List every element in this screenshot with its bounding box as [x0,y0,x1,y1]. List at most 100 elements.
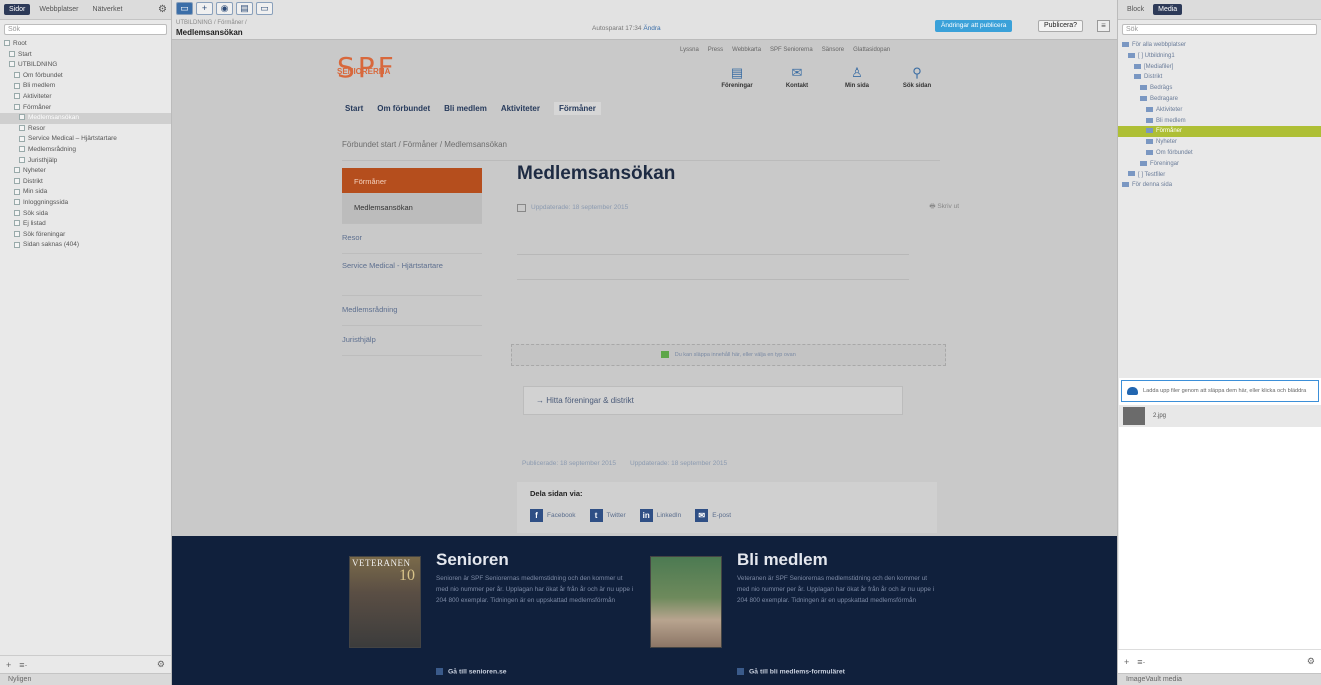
tree-item[interactable]: Sidan saknas (404) [0,240,171,251]
share-link[interactable]: in LinkedIn [639,509,681,522]
site-footer: VETERANEN 10 Senioren Senioren är SPF Se… [172,536,1117,685]
utility-link[interactable]: Sänsore [822,47,844,53]
tab-natverket[interactable]: Nätverket [88,4,128,15]
folder-item[interactable]: [ ] Testfiler [1118,170,1321,181]
utility-link[interactable]: Webbkarta [732,47,761,53]
content-area-dropzone[interactable]: Du kan släppa innehåll här, eller välja … [511,344,946,366]
side-menu-item[interactable]: Service Medical - Hjärtstartare [342,254,482,296]
utility-link[interactable]: Press [708,47,723,53]
utility-link[interactable]: Glattasidopan [853,47,890,53]
divider [517,279,909,280]
page-tree-search-input[interactable]: Sök [4,24,167,35]
empty-content-area[interactable] [517,254,959,280]
tree-item[interactable]: Root [0,39,171,50]
compare-button[interactable]: ▭ [256,2,273,15]
tree-item[interactable]: Sök föreningar [0,230,171,241]
dropzone-text: Du kan släppa innehåll här, eller välja … [674,352,796,358]
breadcrumb[interactable]: UTBILDNING / Förmåner / [176,20,247,26]
folder-item[interactable]: Aktiviteter [1118,105,1321,116]
nav-item[interactable]: Aktiviteter [501,104,540,115]
undo-link[interactable]: Ändra [643,25,660,32]
folder-item[interactable]: Föreningar [1118,159,1321,170]
tree-item[interactable]: Bli medlem [0,81,171,92]
imagevault-media-tab[interactable]: ImageVault media [1118,673,1321,685]
side-menu-item[interactable]: Juristhjälp [342,326,482,356]
tree-item[interactable]: Resor [0,124,171,135]
footer-link[interactable]: Gå till bli medlems-formuläret [737,668,845,675]
tab-block[interactable]: Block [1122,4,1149,15]
upload-dropzone[interactable]: Ladda upp filer genom att släppa dem här… [1121,380,1319,402]
folder-item[interactable]: Bedragare [1118,94,1321,105]
folder-item[interactable]: Nyheter [1118,137,1321,148]
add-page-button[interactable]: + [196,2,213,15]
utility-link[interactable]: SPF Seniorerna [770,47,813,53]
gear-icon[interactable]: ⚙ [157,659,165,670]
associations-icon: ▤ [730,65,744,80]
publish-button[interactable]: Publicera? [1038,20,1084,32]
menu-icon[interactable]: ≡· [1137,657,1145,667]
add-icon[interactable]: + [6,660,11,670]
folder-item[interactable]: Bedrägs [1118,83,1321,94]
all-properties-button[interactable]: ▤ [236,2,253,15]
share-link[interactable]: t Twitter [589,509,626,522]
print-link[interactable]: 🖶 Skriv ut [929,202,959,213]
tree-item[interactable]: Start [0,50,171,61]
side-menu-item[interactable]: Medlemsansökan [342,194,482,224]
quick-link[interactable]: ▤ Föreningar [718,65,756,89]
gear-icon[interactable]: ⚙ [1307,656,1315,667]
tab-webbplatser[interactable]: Webbplatser [34,4,83,15]
folder-item[interactable]: Distrikt [1118,72,1321,83]
changes-to-publish-badge[interactable]: Ändringar att publicera [935,20,1013,32]
site-breadcrumb[interactable]: Förbundet start / Förmåner / Medlemsansö… [342,140,507,149]
tree-item[interactable]: Om förbundet [0,71,171,82]
gear-icon[interactable]: ⚙ [158,4,167,15]
tab-media[interactable]: Media [1153,4,1183,15]
folder-item[interactable]: Förmåner [1118,126,1321,138]
recent-panel-tab[interactable]: Nyligen [0,673,171,685]
share-link[interactable]: ✉ E-post [695,509,731,522]
tree-item[interactable]: Sök sida [0,209,171,220]
nav-item[interactable]: Bli medlem [444,104,487,115]
preview-button[interactable]: ◉ [216,2,233,15]
nav-item[interactable]: Förmåner [553,102,601,115]
media-search-input[interactable]: Sök [1122,24,1317,35]
content-title[interactable]: Medlemsansökan [517,163,959,185]
tab-sidor[interactable]: Sidor [4,4,31,15]
media-file-item[interactable]: 2.jpg [1119,405,1321,427]
find-associations-link[interactable]: → Hitta föreningar & distrikt [523,386,903,415]
side-menu-item[interactable]: Resor [342,224,482,254]
tree-item[interactable]: Förmåner [0,103,171,114]
share-link[interactable]: f Facebook [530,509,576,522]
tree-item[interactable]: Juristhjälp [0,156,171,167]
tree-item[interactable]: Aktiviteter [0,92,171,103]
toggle-tree-button[interactable]: ▭ [176,2,193,15]
tree-item[interactable]: Distrikt [0,177,171,188]
tree-item[interactable]: Ej listad [0,219,171,230]
folder-item[interactable]: För denna sida [1118,180,1321,191]
tree-item[interactable]: Nyheter [0,166,171,177]
nav-item[interactable]: Start [345,104,363,115]
folder-item[interactable]: För alla webbplatser [1118,40,1321,51]
tree-item[interactable]: Service Medical – Hjärtstartare [0,134,171,145]
side-menu-item[interactable]: Förmåner [342,168,482,194]
folder-item[interactable]: [Mediafiler] [1118,62,1321,73]
quick-link[interactable]: ⚲ Sök sidan [898,65,936,89]
tree-item[interactable]: Medlemsansökan [0,113,171,124]
utility-link[interactable]: Lyssna [680,47,699,53]
tree-item[interactable]: Min sida [0,187,171,198]
tree-item[interactable]: UTBILDNING [0,60,171,71]
folder-item[interactable]: Om förbundet [1118,148,1321,159]
quick-link[interactable]: ♙ Min sida [838,65,876,89]
spf-logo[interactable]: SPF SENIORERNA [337,54,397,82]
tree-item[interactable]: Medlemsrådning [0,145,171,156]
folder-item[interactable]: [ ] Utbildning1 [1118,51,1321,62]
menu-icon[interactable]: ≡· [19,660,27,670]
footer-link[interactable]: Gå till senioren.se [436,668,507,675]
list-icon[interactable]: ≡ [1097,20,1110,32]
add-icon[interactable]: + [1124,657,1129,667]
quick-link[interactable]: ✉ Kontakt [778,65,816,89]
tree-item[interactable]: Inloggningssida [0,198,171,209]
nav-item[interactable]: Om förbundet [377,104,430,115]
side-menu-item[interactable]: Medlemsrådning [342,296,482,326]
folder-item[interactable]: Bli medlem [1118,116,1321,127]
